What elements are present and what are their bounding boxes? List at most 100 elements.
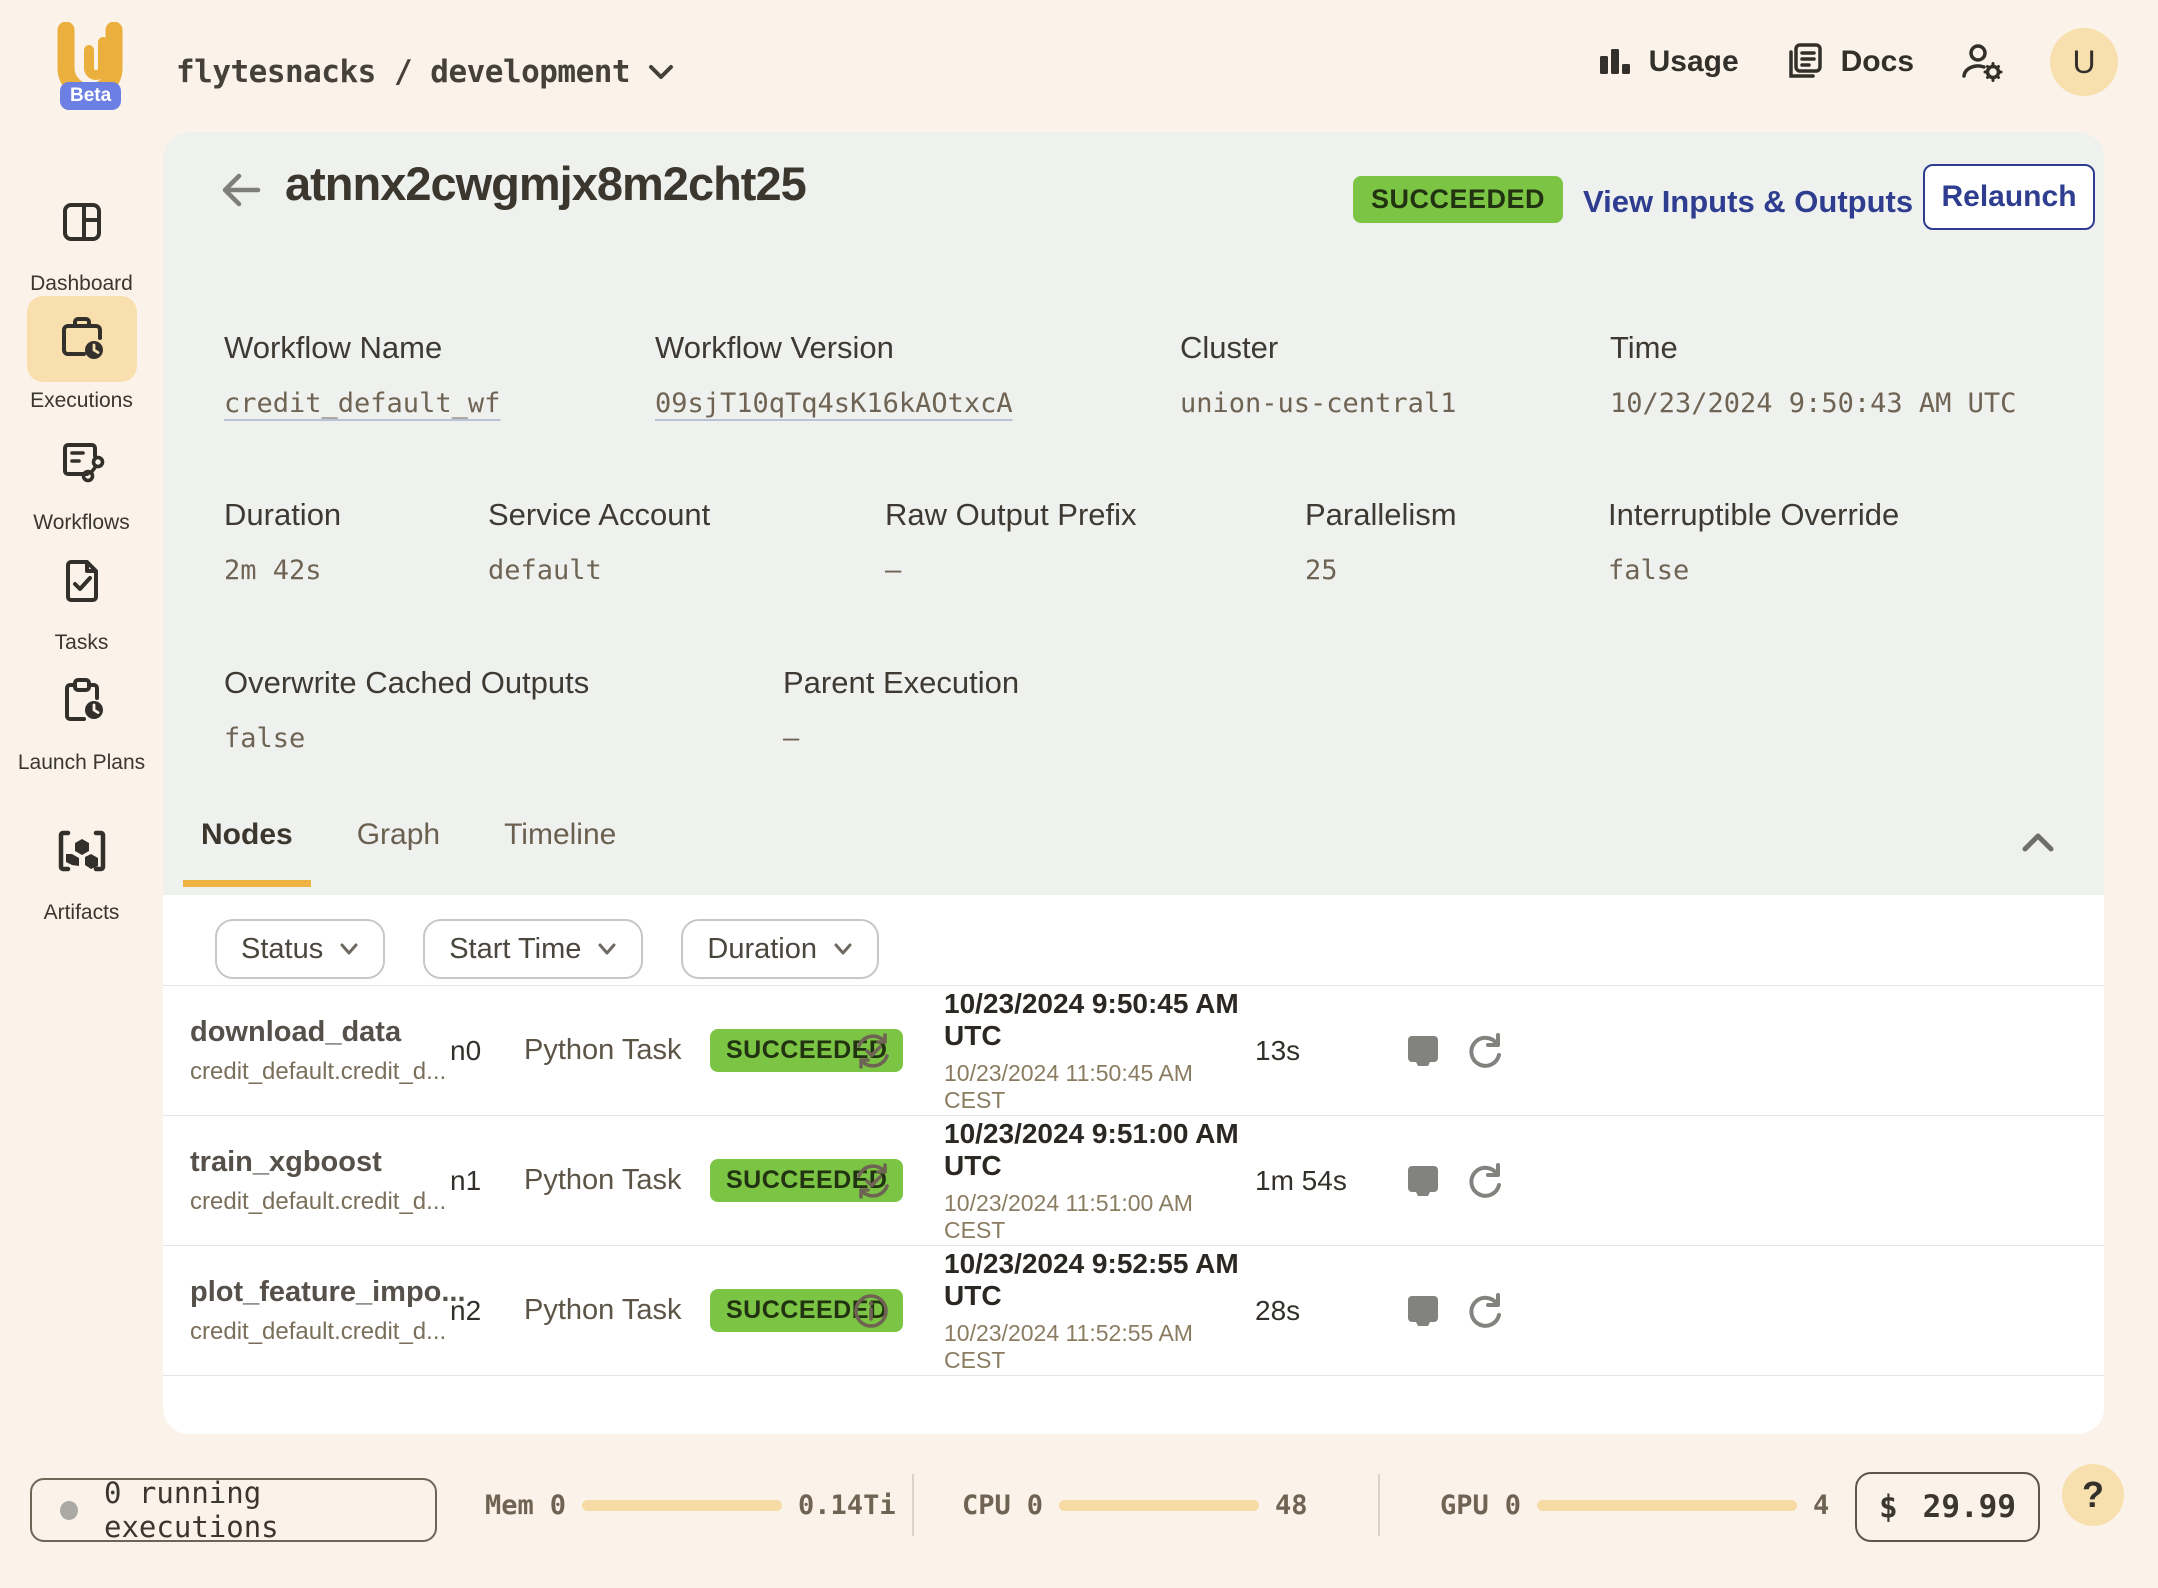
view-inputs-outputs-link[interactable]: View Inputs & Outputs — [1583, 184, 1913, 220]
currency-symbol: $ — [1879, 1489, 1898, 1525]
nodes-table: download_data credit_default.credit_d...… — [163, 985, 2104, 1376]
gpu-meter-bar — [1537, 1500, 1797, 1511]
node-start-time-local: 10/23/2024 11:51:00 AM CEST — [944, 1190, 1255, 1244]
filter-duration[interactable]: Duration — [681, 919, 879, 979]
execution-detail-card: atnnx2cwgmjx8m2cht25 SUCCEEDED View Inpu… — [163, 132, 2104, 1434]
sidebar-item-artifacts[interactable]: Artifacts — [0, 808, 163, 926]
admin-settings-button[interactable] — [1958, 40, 2006, 84]
tab-timeline[interactable]: Timeline — [486, 812, 634, 887]
workflow-version-link[interactable]: 09sjT10qTq4sK16kAOtxcA — [655, 388, 1013, 419]
user-gear-icon — [1958, 40, 2006, 84]
relaunch-node-button[interactable] — [1464, 1160, 2104, 1202]
node-name-link[interactable]: train_xgboost — [190, 1146, 450, 1179]
node-start-time-local: 10/23/2024 11:52:55 AM CEST — [944, 1320, 1255, 1374]
node-row: plot_feature_impo... credit_default.cred… — [163, 1246, 2104, 1376]
field-label: Overwrite Cached Outputs — [224, 665, 589, 701]
filter-label: Duration — [707, 933, 817, 966]
relaunch-label: Relaunch — [1941, 180, 2076, 214]
meter-value: 0 — [1027, 1490, 1043, 1521]
redo-arrow-icon — [1464, 1290, 1506, 1332]
monitor-icon — [1400, 1030, 1446, 1072]
node-type: Python Task — [524, 1294, 710, 1327]
field-parent-execution: Parent Execution – — [783, 665, 1019, 754]
field-raw-output-prefix: Raw Output Prefix – — [885, 497, 1137, 586]
tab-graph[interactable]: Graph — [339, 812, 458, 887]
filter-status[interactable]: Status — [215, 919, 385, 979]
sidebar-item-label: Executions — [0, 388, 163, 414]
cache-status-icon — [852, 1160, 944, 1202]
node-task-id: credit_default.credit_d... — [190, 1318, 450, 1346]
beta-badge: Beta — [60, 82, 121, 110]
chevron-down-icon — [648, 63, 674, 81]
parent-execution-value: – — [783, 723, 1019, 754]
sidebar-item-launch-plans[interactable]: Launch Plans — [0, 658, 163, 776]
executions-icon — [27, 296, 137, 382]
node-duration: 28s — [1255, 1295, 1400, 1327]
field-label: Parallelism — [1305, 497, 1457, 533]
node-id: n1 — [450, 1165, 524, 1197]
monitor-icon — [1400, 1290, 1446, 1332]
filter-label: Status — [241, 933, 323, 966]
field-label: Duration — [224, 497, 341, 533]
interruptible-override-value: false — [1608, 555, 1899, 586]
parallelism-value: 25 — [1305, 555, 1457, 586]
collapse-panel-button[interactable] — [2013, 822, 2063, 862]
field-label: Service Account — [488, 497, 710, 533]
node-start-time-utc: 10/23/2024 9:52:55 AM UTC — [944, 1248, 1255, 1312]
running-executions-pill[interactable]: 0 running executions — [30, 1478, 437, 1542]
field-label: Workflow Name — [224, 330, 500, 366]
meter-value: 0 — [1505, 1490, 1521, 1521]
breadcrumb[interactable]: flytesnacks / development — [176, 54, 674, 90]
workflows-icon — [27, 418, 137, 504]
sidebar-item-dashboard[interactable]: Dashboard — [0, 179, 163, 297]
node-task-id: credit_default.credit_d... — [190, 1058, 450, 1086]
avatar[interactable]: U — [2050, 28, 2118, 96]
relaunch-button[interactable]: Relaunch — [1923, 164, 2095, 230]
sidebar-item-label: Launch Plans — [0, 750, 163, 776]
sidebar-item-workflows[interactable]: Workflows — [0, 418, 163, 536]
back-button[interactable] — [217, 166, 265, 214]
execution-status-badge: SUCCEEDED — [1353, 176, 1563, 223]
sidebar-item-tasks[interactable]: Tasks — [0, 538, 163, 656]
divider — [1378, 1474, 1380, 1536]
field-interruptible-override: Interruptible Override false — [1608, 497, 1899, 586]
union-logo[interactable]: Beta — [44, 22, 140, 112]
field-duration: Duration 2m 42s — [224, 497, 341, 586]
running-executions-label: 0 running executions — [104, 1476, 435, 1544]
execution-title: atnnx2cwgmjx8m2cht25 — [285, 156, 806, 211]
chevron-down-icon — [597, 942, 617, 956]
overwrite-cached-outputs-value: false — [224, 723, 589, 754]
node-type: Python Task — [524, 1164, 710, 1197]
meter-max: 48 — [1275, 1490, 1308, 1521]
back-arrow-icon — [221, 172, 261, 208]
sidebar-item-executions[interactable]: Executions — [0, 296, 163, 414]
meta-row-3: Overwrite Cached Outputs false Parent Ex… — [163, 665, 2104, 795]
cost-button[interactable]: $ 29.99 — [1855, 1472, 2040, 1542]
field-overwrite-cached-outputs: Overwrite Cached Outputs false — [224, 665, 589, 754]
view-logs-button[interactable] — [1400, 1030, 1464, 1072]
sidebar-item-label: Workflows — [0, 510, 163, 536]
field-label: Interruptible Override — [1608, 497, 1899, 533]
node-row: download_data credit_default.credit_d...… — [163, 986, 2104, 1116]
view-logs-button[interactable] — [1400, 1290, 1464, 1332]
usage-label: Usage — [1649, 45, 1739, 79]
time-value: 10/23/2024 9:50:43 AM UTC — [1610, 388, 2016, 419]
field-time: Time 10/23/2024 9:50:43 AM UTC — [1610, 330, 2016, 419]
sidebar-item-label: Artifacts — [0, 900, 163, 926]
tab-nodes[interactable]: Nodes — [183, 812, 311, 887]
meter-max: 0.14Ti — [798, 1490, 896, 1521]
workflow-name-link[interactable]: credit_default_wf — [224, 388, 500, 419]
help-button[interactable]: ? — [2062, 1464, 2124, 1526]
usage-button[interactable]: Usage — [1595, 42, 1739, 82]
redo-arrow-icon — [1464, 1030, 1506, 1072]
view-logs-button[interactable] — [1400, 1160, 1464, 1202]
node-name-link[interactable]: download_data — [190, 1016, 450, 1049]
memory-meter: Mem 0 0.14Ti — [485, 1490, 896, 1521]
filter-start-time[interactable]: Start Time — [423, 919, 643, 979]
chevron-up-icon — [2021, 831, 2055, 853]
node-name-link[interactable]: plot_feature_impo... — [190, 1276, 450, 1309]
docs-button[interactable]: Docs — [1783, 40, 1914, 84]
relaunch-node-button[interactable] — [1464, 1030, 2104, 1072]
bar-chart-icon — [1595, 42, 1635, 82]
relaunch-node-button[interactable] — [1464, 1290, 2104, 1332]
